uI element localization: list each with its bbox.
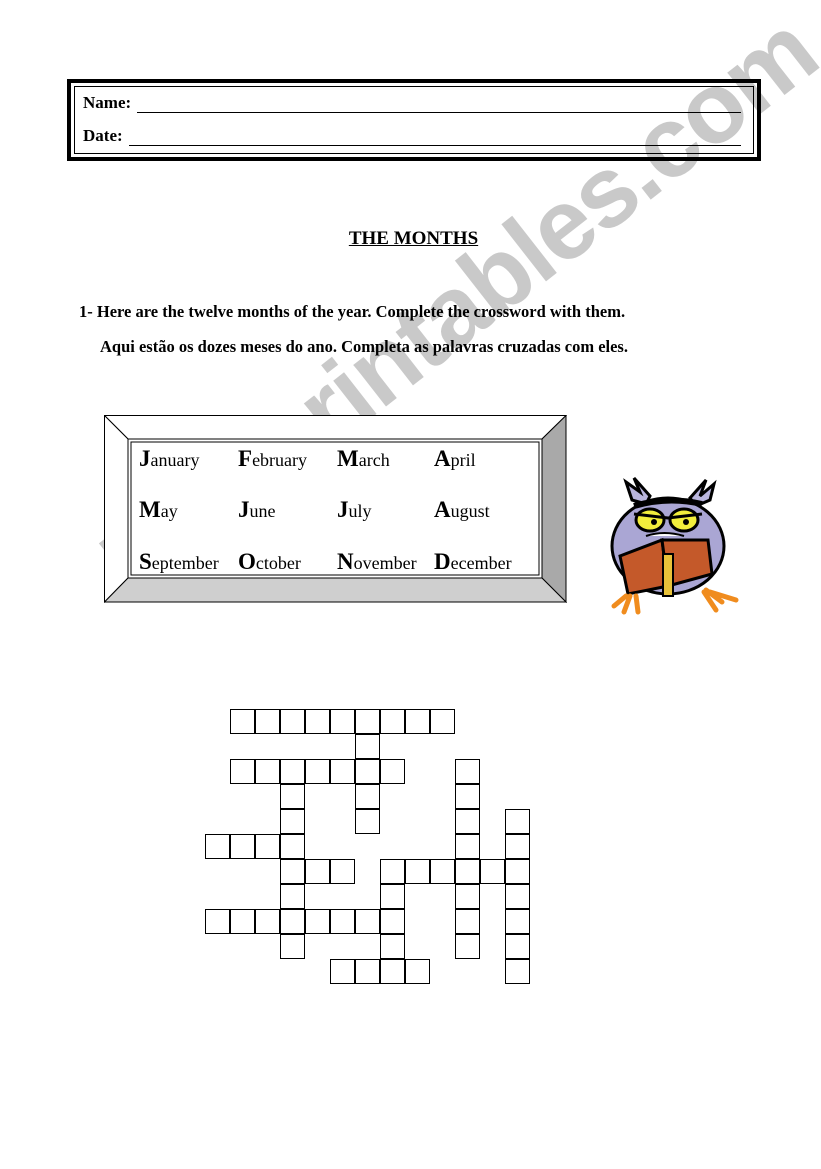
crossword-cell[interactable]: [330, 909, 355, 934]
crossword-cell[interactable]: [230, 709, 255, 734]
month-july: July: [337, 497, 372, 522]
crossword-cell[interactable]: [480, 859, 505, 884]
crossword-cell[interactable]: [205, 834, 230, 859]
crossword-cell[interactable]: [380, 709, 405, 734]
crossword-cell[interactable]: [280, 784, 305, 809]
crossword-cell[interactable]: [505, 934, 530, 959]
name-label: Name:: [83, 93, 132, 112]
crossword-cell[interactable]: [505, 884, 530, 909]
crossword-cell[interactable]: [455, 784, 480, 809]
crossword-cell[interactable]: [455, 884, 480, 909]
crossword-cell[interactable]: [380, 909, 405, 934]
crossword-cell[interactable]: [455, 909, 480, 934]
crossword-cell[interactable]: [330, 959, 355, 984]
date-line[interactable]: [128, 131, 741, 146]
crossword-cell[interactable]: [380, 759, 405, 784]
crossword-cell[interactable]: [455, 934, 480, 959]
crossword-cell[interactable]: [380, 859, 405, 884]
crossword-cell[interactable]: [305, 709, 330, 734]
crossword-cell[interactable]: [455, 834, 480, 859]
crossword-cell[interactable]: [205, 909, 230, 934]
crossword-cell[interactable]: [280, 834, 305, 859]
crossword-cell[interactable]: [280, 884, 305, 909]
crossword-cell[interactable]: [280, 859, 305, 884]
crossword-cell[interactable]: [230, 834, 255, 859]
month-august: August: [434, 497, 490, 522]
instruction-portuguese: Aqui estão os dozes meses do ano. Comple…: [100, 337, 628, 356]
crossword-cell[interactable]: [505, 834, 530, 859]
crossword-cell[interactable]: [405, 859, 430, 884]
crossword-cell[interactable]: [355, 759, 380, 784]
month-march: March: [337, 446, 390, 471]
crossword-cell[interactable]: [455, 759, 480, 784]
date-label: Date:: [83, 126, 123, 145]
crossword-cell[interactable]: [280, 809, 305, 834]
crossword-cell[interactable]: [355, 784, 380, 809]
month-february: February: [238, 446, 308, 471]
crossword-cell[interactable]: [355, 734, 380, 759]
month-october: October: [238, 549, 301, 574]
crossword-cell[interactable]: [355, 909, 380, 934]
crossword-cell[interactable]: [430, 859, 455, 884]
crossword-cell[interactable]: [430, 709, 455, 734]
owl-reading-illustration: [606, 474, 742, 616]
month-april: April: [434, 446, 476, 471]
month-may: May: [139, 497, 178, 522]
crossword-cell[interactable]: [280, 909, 305, 934]
crossword-cell[interactable]: [330, 709, 355, 734]
crossword-cell[interactable]: [505, 809, 530, 834]
crossword-cell[interactable]: [330, 759, 355, 784]
crossword-cell[interactable]: [280, 934, 305, 959]
crossword-cell[interactable]: [505, 909, 530, 934]
crossword-cell[interactable]: [455, 859, 480, 884]
crossword-cell[interactable]: [255, 709, 280, 734]
month-word-bank: January February March April May June Ju…: [129, 440, 539, 575]
month-january: January: [139, 446, 200, 471]
month-november: November: [337, 549, 417, 574]
crossword-cell[interactable]: [305, 759, 330, 784]
month-september: September: [139, 549, 219, 574]
owl-icon: [610, 477, 739, 615]
name-line[interactable]: [137, 98, 741, 113]
month-december: December: [434, 549, 512, 574]
page-title: THE MONTHS: [348, 228, 479, 249]
crossword-cell[interactable]: [255, 759, 280, 784]
name-row: Name:: [83, 93, 741, 113]
crossword-cell[interactable]: [380, 934, 405, 959]
crossword-cell[interactable]: [405, 959, 430, 984]
month-june: June: [238, 497, 276, 522]
crossword-cell[interactable]: [380, 884, 405, 909]
crossword-cell[interactable]: [405, 709, 430, 734]
crossword-cell[interactable]: [305, 909, 330, 934]
crossword-cell[interactable]: [280, 759, 305, 784]
date-row: Date:: [83, 126, 741, 146]
name-date-box: Name: Date:: [67, 79, 761, 161]
crossword-cell[interactable]: [505, 959, 530, 984]
crossword-cell[interactable]: [255, 909, 280, 934]
crossword-cell[interactable]: [380, 959, 405, 984]
crossword-cell[interactable]: [505, 859, 530, 884]
crossword-cell[interactable]: [280, 709, 305, 734]
crossword-cell[interactable]: [355, 709, 380, 734]
crossword-cell[interactable]: [355, 959, 380, 984]
instruction-english: 1- Here are the twelve months of the yea…: [79, 302, 626, 321]
crossword-cell[interactable]: [355, 809, 380, 834]
crossword-cell[interactable]: [455, 809, 480, 834]
crossword-cell[interactable]: [330, 859, 355, 884]
crossword-cell[interactable]: [230, 909, 255, 934]
crossword-cell[interactable]: [305, 859, 330, 884]
crossword-cell[interactable]: [230, 759, 255, 784]
crossword-cell[interactable]: [255, 834, 280, 859]
